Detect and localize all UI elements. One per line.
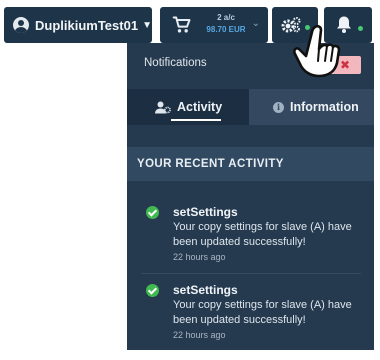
activity-time: 22 hours ago [173, 330, 226, 340]
hand-pointer-icon [293, 24, 341, 78]
info-icon: i [273, 101, 284, 113]
user-activity-icon [155, 101, 171, 113]
panel-tabs: Activity i Information [127, 89, 374, 125]
user-avatar-icon [13, 17, 29, 33]
username-label: DuplikiumTest01 [35, 17, 139, 33]
activity-title: setSettings [173, 205, 238, 219]
activity-message: Your copy settings for slave (A) have be… [173, 221, 352, 248]
user-menu-button[interactable]: DuplikiumTest01 ▼ [4, 7, 152, 43]
cart-button[interactable]: 2 a/c 98.70 EUR ⌄ [160, 7, 268, 43]
tab-activity-label: Activity [177, 100, 223, 114]
status-dot-icon [358, 26, 363, 31]
chevron-down-icon: ▼ [142, 19, 152, 31]
cart-amount: 98.70 EUR [206, 25, 246, 34]
chevron-down-icon: ⌄ [251, 18, 260, 29]
cart-icon [172, 16, 191, 33]
notifications-panel: Notifications ✖ Activity i Information Y… [127, 43, 374, 350]
tab-information[interactable]: i Information [249, 89, 374, 125]
check-circle-icon [146, 284, 159, 297]
section-header: YOUR RECENT ACTIVITY [127, 147, 374, 181]
activity-title: setSettings [173, 283, 238, 297]
check-circle-icon [146, 206, 159, 219]
cart-count: 2 a/c [217, 13, 235, 22]
active-tab-indicator [171, 119, 221, 121]
divider [141, 273, 361, 274]
tab-activity[interactable]: Activity [127, 89, 249, 125]
activity-message: Your copy settings for slave (A) have be… [173, 299, 352, 326]
tab-information-label: Information [290, 100, 359, 114]
panel-title: Notifications [144, 57, 207, 69]
activity-time: 22 hours ago [173, 252, 226, 262]
section-title: YOUR RECENT ACTIVITY [137, 158, 284, 170]
